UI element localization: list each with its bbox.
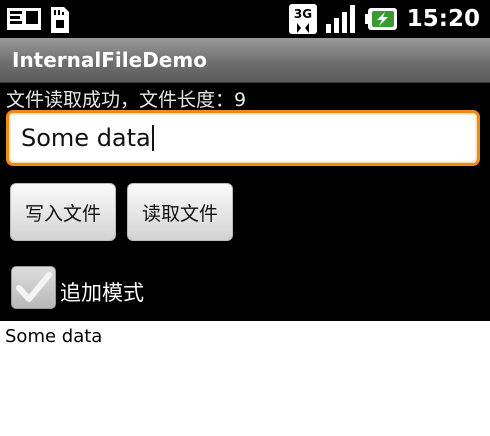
status-bar-right: 3G 15:20 [288,4,480,34]
text-caret [151,125,154,151]
status-bar: 3G 15:20 [0,0,490,38]
main-content: 文件读取成功，文件长度：9 Some data 写入文件 读取文件 追加模式 S… [0,83,490,436]
append-mode-checkbox[interactable] [11,266,56,309]
data-input-value: Some data [21,124,151,152]
write-file-button[interactable]: 写入文件 [10,183,116,241]
app-title: InternalFileDemo [12,48,207,72]
battery-charging-icon [364,8,397,30]
check-icon [16,272,52,302]
data-input[interactable]: Some data [6,110,480,166]
append-mode-label: 追加模式 [60,281,144,305]
notification-icon [7,8,41,30]
status-message: 文件读取成功，文件长度：9 [6,89,247,111]
signal-icon [325,5,355,33]
output-area: Some data [0,321,490,436]
status-bar-left [6,6,70,34]
read-file-button[interactable]: 读取文件 [127,183,233,241]
output-text: Some data [5,326,103,347]
clock: 15:20 [406,6,480,32]
title-bar: InternalFileDemo [0,38,490,83]
sdcard-icon [51,7,69,33]
svg-text:3G: 3G [294,7,312,21]
network-3g-icon: 3G [288,4,317,34]
